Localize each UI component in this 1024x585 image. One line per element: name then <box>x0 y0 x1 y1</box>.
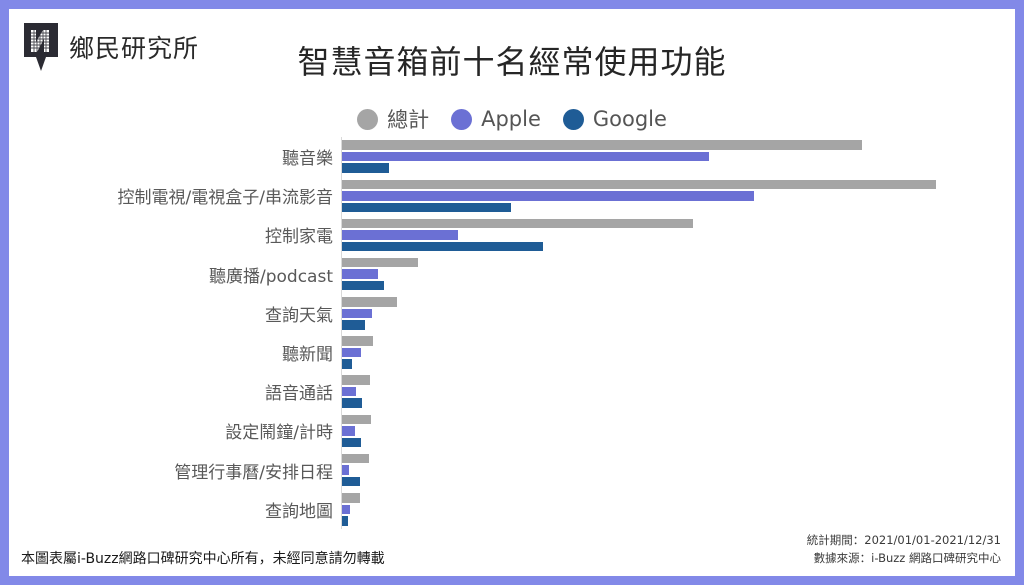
chart-legend: 總計 Apple Google <box>9 104 1015 134</box>
legend-label-google: Google <box>592 107 667 131</box>
bar-總計[interactable] <box>342 297 397 307</box>
bar-apple[interactable] <box>342 347 361 358</box>
bar-總計[interactable] <box>342 257 419 268</box>
bar-apple[interactable] <box>342 151 709 162</box>
bar-apple[interactable] <box>342 308 372 319</box>
bar-apple[interactable] <box>342 386 356 397</box>
data-source: 數據來源：i-Buzz 網路口碑研究中心 <box>813 551 1001 566</box>
category-label: 控制家電 <box>265 227 333 248</box>
bar-group <box>342 137 992 176</box>
source-block: 統計期間：2021/01/01-2021/12/31 數據來源：i-Buzz 網… <box>807 532 1001 568</box>
bar-google[interactable] <box>342 241 543 252</box>
bar-row: 聽新聞 <box>25 333 993 372</box>
copyright-notice: 本圖表屬i-Buzz網路口碑研究中心所有，未經同意請勿轉載 <box>21 551 385 567</box>
bar-google[interactable] <box>342 320 366 330</box>
bar-apple[interactable] <box>342 504 351 515</box>
statistics-period: 統計期間：2021/01/01-2021/12/31 <box>806 533 1001 548</box>
bar-google[interactable] <box>342 398 363 408</box>
bar-總計[interactable] <box>342 453 369 464</box>
chart-plot-area: 聽音樂控制電視/電視盒子/串流影音控制家電聽廣播/podcast 查詢天氣聽新聞語… <box>25 137 993 529</box>
legend-swatch-total <box>357 108 379 130</box>
bar-總計[interactable] <box>342 140 862 150</box>
category-label: 聽音樂 <box>282 149 333 170</box>
bar-總計[interactable] <box>342 375 370 385</box>
bar-google[interactable] <box>342 437 361 448</box>
bar-apple[interactable] <box>342 426 355 436</box>
slide-frame: 鄉民研究所 智慧音箱前十名經常使用功能 總計 Apple Google 聽音樂控… <box>9 9 1015 576</box>
bar-google[interactable] <box>342 280 384 291</box>
bar-總計[interactable] <box>342 179 937 190</box>
bar-apple[interactable] <box>342 465 349 475</box>
bar-google[interactable] <box>342 163 390 173</box>
bar-row: 控制電視/電視盒子/串流影音 <box>25 176 993 215</box>
bar-總計[interactable] <box>342 336 373 346</box>
legend-label-total: 總計 <box>387 108 430 132</box>
bar-row: 語音通話 <box>25 372 993 411</box>
bar-group <box>342 372 992 411</box>
bar-google[interactable] <box>342 359 353 369</box>
bar-rows: 聽音樂控制電視/電視盒子/串流影音控制家電聽廣播/podcast 查詢天氣聽新聞語… <box>25 137 993 529</box>
bar-google[interactable] <box>342 476 360 487</box>
bar-row: 聽廣播/podcast <box>25 255 993 294</box>
bar-group <box>342 294 992 333</box>
bar-總計[interactable] <box>342 218 693 229</box>
category-label: 查詢地圖 <box>265 501 333 522</box>
bar-總計[interactable] <box>342 414 371 425</box>
chart-title: 智慧音箱前十名經常使用功能 <box>297 43 727 81</box>
bar-group <box>342 490 992 529</box>
bar-google[interactable] <box>342 516 348 526</box>
bar-apple[interactable] <box>342 191 755 201</box>
legend-swatch-apple <box>451 108 473 130</box>
bar-row: 管理行事曆/安排日程 <box>25 451 993 490</box>
category-label: 聽廣播/podcast <box>209 266 333 287</box>
bar-row: 查詢地圖 <box>25 490 993 529</box>
legend-item-apple[interactable]: Apple <box>451 107 541 131</box>
category-label: 設定鬧鐘/計時 <box>225 423 333 444</box>
bar-google[interactable] <box>342 202 511 213</box>
bar-group <box>342 333 992 372</box>
category-label: 控制電視/電視盒子/串流影音 <box>117 188 333 209</box>
bar-apple[interactable] <box>342 269 379 279</box>
bar-apple[interactable] <box>342 230 459 240</box>
bar-row: 控制家電 <box>25 215 993 254</box>
bar-group <box>342 451 992 490</box>
legend-item-total[interactable]: 總計 <box>357 104 429 134</box>
bar-row: 查詢天氣 <box>25 294 993 333</box>
category-label: 查詢天氣 <box>265 305 333 326</box>
legend-label-apple: Apple <box>481 107 541 131</box>
legend-item-google[interactable]: Google <box>562 107 667 131</box>
bar-row: 聽音樂 <box>25 137 993 176</box>
category-label: 語音通話 <box>265 384 333 405</box>
category-label: 管理行事曆/安排日程 <box>174 462 333 483</box>
bar-group <box>342 411 992 450</box>
bar-總計[interactable] <box>342 493 360 503</box>
category-label: 聽新聞 <box>282 345 333 366</box>
bar-group <box>342 176 992 215</box>
bar-group <box>342 255 992 294</box>
bar-row: 設定鬧鐘/計時 <box>25 411 993 450</box>
legend-swatch-google <box>562 108 584 130</box>
bar-group <box>342 215 992 254</box>
